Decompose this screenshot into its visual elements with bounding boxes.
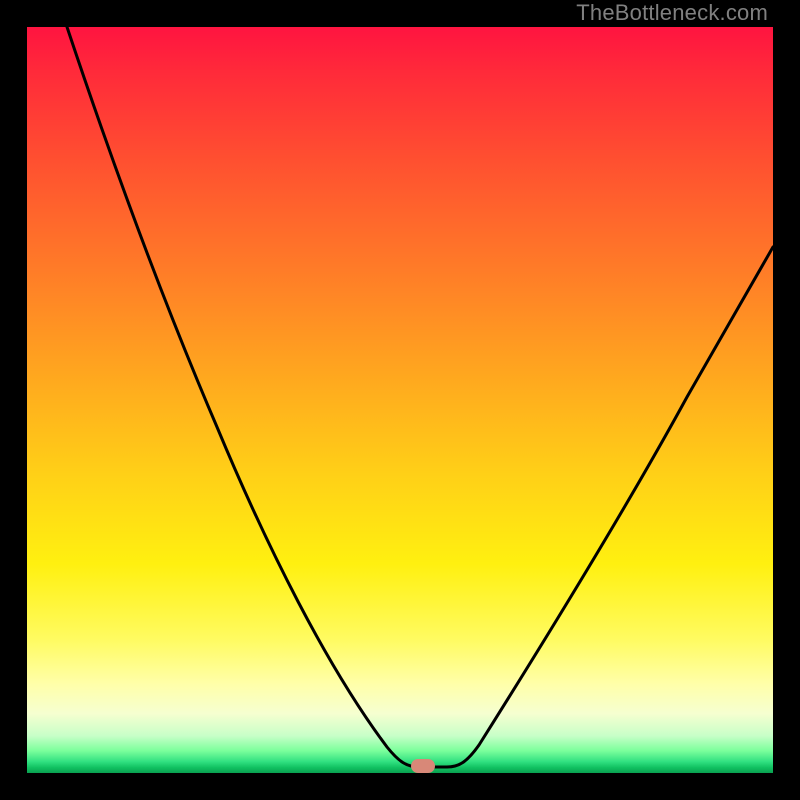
chart-frame: TheBottleneck.com <box>0 0 800 800</box>
gradient-plot-area <box>27 27 773 773</box>
watermark-text: TheBottleneck.com <box>576 0 768 26</box>
